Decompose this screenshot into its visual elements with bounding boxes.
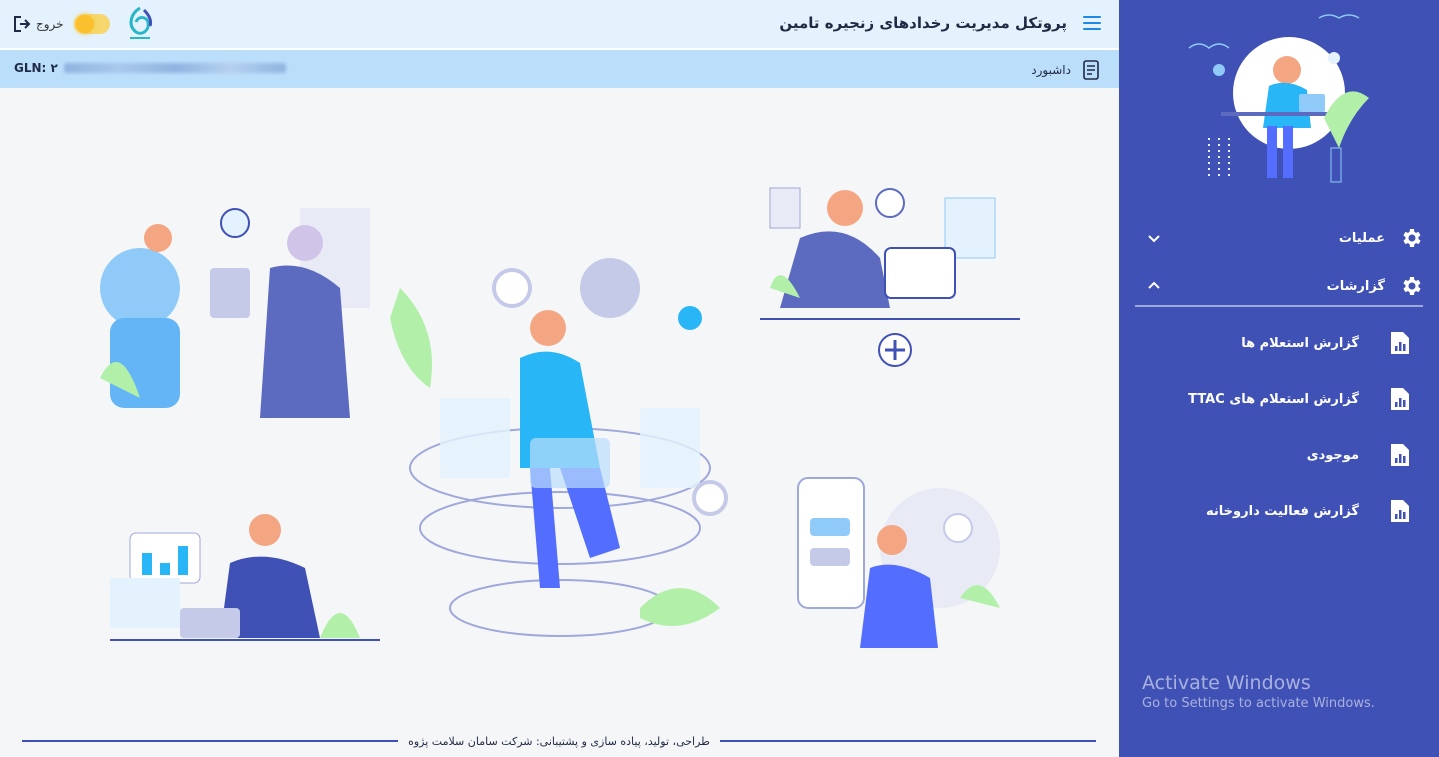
- mobile-scene-illustration: [797, 477, 1000, 648]
- doctor-scene-illustration: [760, 187, 1020, 367]
- report-inventory-label: موجودی: [1306, 447, 1359, 463]
- report-inquiries[interactable]: گزارش استعلام ها: [1141, 326, 1411, 360]
- footer-divider-left: [22, 740, 399, 742]
- sub-header: GLN: ۲ داشبورد: [0, 50, 1119, 88]
- gear-icon: [1403, 277, 1421, 295]
- gln-label: GLN: ۲: [14, 61, 58, 75]
- report-pharmacy-activity[interactable]: گزارش فعالیت داروخانه: [1141, 494, 1411, 528]
- gln-redacted-value: [63, 63, 286, 73]
- pharmacy-scene-illustration: [100, 208, 370, 418]
- dashboard-illustration: [100, 187, 1020, 648]
- report-document-icon: [1391, 388, 1409, 410]
- logout-button[interactable]: خروج: [12, 14, 64, 34]
- report-document-icon: [1391, 444, 1409, 466]
- report-ttac-inquiries-label: گزارش استعلام های TTAC: [1188, 391, 1359, 407]
- watermark-subtitle: Go to Settings to activate Windows.: [1142, 696, 1375, 711]
- app-logo: [129, 6, 152, 39]
- nav-reports[interactable]: گزارشات: [1135, 268, 1423, 304]
- report-inventory[interactable]: موجودی: [1141, 438, 1411, 472]
- top-header: پروتکل مدیریت رخدادهای زنجیره تامین خروج: [0, 0, 1119, 48]
- watermark-title: Activate Windows: [1142, 672, 1311, 694]
- sidebar-hero-illustration: [1188, 14, 1369, 183]
- footer-divider-right: [719, 740, 1097, 742]
- report-document-icon: [1391, 332, 1409, 354]
- footer-credits: طراحی، تولید، پیاده سازی و پشتیبانی: شرک…: [408, 734, 710, 748]
- center-person-illustration: [390, 258, 728, 637]
- sun-icon: [76, 15, 94, 33]
- analyst-scene-illustration: [110, 514, 380, 641]
- theme-toggle[interactable]: [74, 14, 110, 34]
- footer: طراحی، تولید، پیاده سازی و پشتیبانی: شرک…: [22, 733, 1097, 749]
- nav-reports-divider: [1135, 305, 1423, 307]
- report-pharmacy-activity-label: گزارش فعالیت داروخانه: [1206, 503, 1359, 519]
- report-document-icon: [1391, 500, 1409, 522]
- nav-operations-label: عملیات: [1338, 230, 1385, 246]
- nav-operations[interactable]: عملیات: [1135, 220, 1423, 256]
- hamburger-icon[interactable]: [1083, 16, 1101, 30]
- report-inquiries-label: گزارش استعلام ها: [1241, 335, 1359, 351]
- logout-label: خروج: [36, 17, 64, 31]
- app-title: پروتکل مدیریت رخدادهای زنجیره تامین: [779, 14, 1067, 32]
- gln-display: GLN: ۲: [14, 61, 286, 75]
- report-ttac-inquiries[interactable]: گزارش استعلام های TTAC: [1141, 382, 1411, 416]
- sidebar: عملیات گزارشات گزارش استعلام ها گزارش اس…: [1119, 0, 1439, 757]
- windows-activation-watermark: Activate Windows Go to Settings to activ…: [1142, 672, 1375, 711]
- chevron-down-icon: [1148, 235, 1160, 243]
- main-content: طراحی، تولید، پیاده سازی و پشتیبانی: شرک…: [0, 88, 1119, 757]
- document-list-icon: [1083, 60, 1099, 80]
- breadcrumb[interactable]: داشبورد: [1031, 59, 1101, 81]
- chevron-up-icon: [1148, 281, 1160, 289]
- breadcrumb-dashboard: داشبورد: [1031, 63, 1071, 77]
- gear-icon: [1403, 229, 1421, 247]
- logout-icon: [14, 16, 31, 32]
- nav-reports-label: گزارشات: [1326, 278, 1385, 294]
